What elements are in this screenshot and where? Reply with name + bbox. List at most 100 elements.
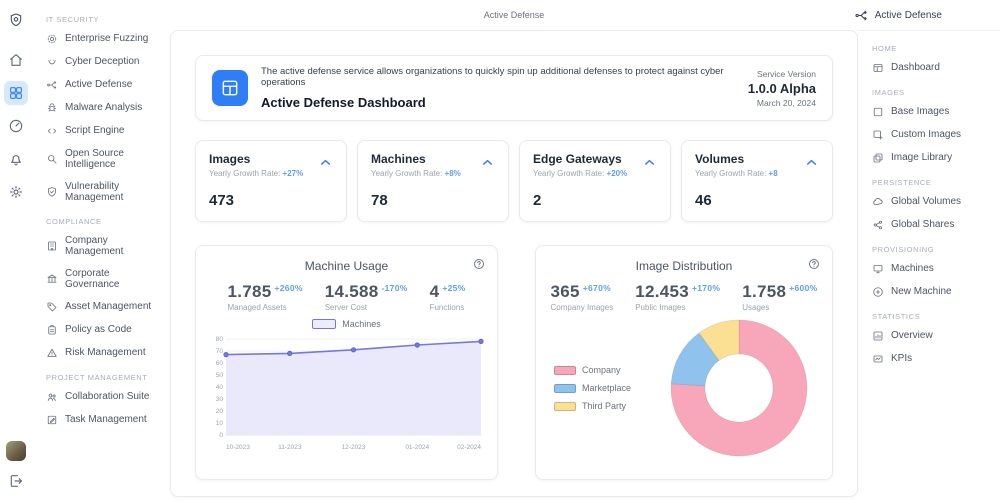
sidebar-item-label: Collaboration Suite <box>65 391 150 402</box>
section-title-project-management: PROJECT MANAGEMENT <box>46 373 170 382</box>
window-columns-icon <box>220 78 240 98</box>
square-icon <box>872 106 884 118</box>
sidebar-item-policy-as-code[interactable]: Policy as Code <box>32 318 170 341</box>
sidebar-item-risk-management[interactable]: Risk Management <box>32 341 170 364</box>
svg-text:50: 50 <box>216 372 224 379</box>
app-logo <box>4 8 28 32</box>
legend-label: Company <box>582 365 621 375</box>
sidebar-item-enterprise-fuzzing[interactable]: Enterprise Fuzzing <box>32 27 170 50</box>
image-distribution-donut-chart <box>665 314 813 462</box>
sidebar-item-asset-management[interactable]: Asset Management <box>32 295 170 318</box>
user-avatar[interactable] <box>6 441 26 461</box>
metric-label: Server Cost <box>325 303 408 312</box>
metric-delta: +600% <box>789 283 817 293</box>
right-sidebar: HOMEDashboardIMAGESBase ImagesCustom Ima… <box>858 30 1000 502</box>
window-icon <box>872 62 884 74</box>
sidebar-item-label: Global Volumes <box>891 196 961 207</box>
legend-label: Marketplace <box>582 383 631 393</box>
charts-row: Machine Usage 1.785+260%Managed Assets14… <box>195 245 833 480</box>
banner-description: The active defense service allows organi… <box>261 66 748 88</box>
icon-rail <box>0 0 32 502</box>
stat-growth-rate: Yearly Growth Rate: +8% <box>371 169 495 178</box>
machine-usage-legend: Machines <box>208 319 485 329</box>
nav-monitoring[interactable] <box>4 114 28 138</box>
service-version-block: Service Version 1.0.0 Alpha March 20, 20… <box>748 69 816 108</box>
help-icon[interactable] <box>808 257 820 269</box>
sidebar-item-corporate-governance[interactable]: Corporate Governance <box>32 262 170 295</box>
sidebar-item-task-management[interactable]: Task Management <box>32 408 170 431</box>
chevron-up-icon <box>480 155 495 170</box>
metric-label: Company Images <box>551 303 614 312</box>
question-circle-icon <box>473 258 485 270</box>
logout-button[interactable] <box>4 469 28 493</box>
sidebar-item-base-images[interactable]: Base Images <box>858 100 1000 123</box>
service-version-date: March 20, 2024 <box>748 98 816 108</box>
nav-apps[interactable] <box>4 81 28 105</box>
stat-growth-label: Yearly Growth Rate: <box>209 169 280 178</box>
metric-managed-assets: 1.785+260%Managed Assets <box>227 282 302 312</box>
legend-swatch <box>554 402 576 411</box>
flow-icon <box>46 79 58 91</box>
sidebar-item-new-machine[interactable]: New Machine <box>858 280 1000 303</box>
metric-delta: +25% <box>442 283 465 293</box>
sidebar-item-global-shares[interactable]: Global Shares <box>858 213 1000 236</box>
home-icon <box>8 52 24 68</box>
svg-text:30: 30 <box>216 396 224 403</box>
sidebar-item-label: Overview <box>891 330 933 341</box>
gear-icon <box>8 184 24 200</box>
sidebar-item-image-library[interactable]: Image Library <box>858 146 1000 169</box>
nav-home[interactable] <box>4 48 28 72</box>
legend-swatch <box>554 366 576 375</box>
sidebar-item-custom-images[interactable]: Custom Images <box>858 123 1000 146</box>
sidebar-item-dashboard[interactable]: Dashboard <box>858 56 1000 79</box>
svg-text:20: 20 <box>216 408 224 415</box>
pencil-square-icon <box>46 414 58 426</box>
sidebar-item-label: Open Source Intelligence <box>65 148 166 170</box>
sidebar-item-cyber-deception[interactable]: Cyber Deception <box>32 50 170 73</box>
banner-text: The active defense service allows organi… <box>261 66 748 110</box>
square-plus-icon <box>872 129 884 141</box>
logout-icon <box>8 473 24 489</box>
image-distribution-title: Image Distribution <box>548 259 820 273</box>
sidebar-item-machines[interactable]: Machines <box>858 257 1000 280</box>
grid-icon <box>8 85 24 101</box>
banner: The active defense service allows organi… <box>195 55 833 121</box>
section-title-statistics: STATISTICS <box>872 312 1000 321</box>
collapse-button[interactable] <box>318 155 333 170</box>
nav-notifications[interactable] <box>4 147 28 171</box>
metric-label: Managed Assets <box>227 303 302 312</box>
service-version-label: Service Version <box>748 69 816 79</box>
sidebar-item-script-engine[interactable]: Script Engine <box>32 119 170 142</box>
sidebar-item-label: Cyber Deception <box>65 56 139 67</box>
metric-functions: 4+25%Functions <box>430 282 466 312</box>
collapse-button[interactable] <box>642 155 657 170</box>
nav-settings[interactable] <box>4 180 28 204</box>
machine-usage-stats: 1.785+260%Managed Assets14.588-170%Serve… <box>208 282 485 312</box>
chevron-up-icon <box>804 155 819 170</box>
machine-usage-card: Machine Usage 1.785+260%Managed Assets14… <box>195 245 498 480</box>
sidebar-item-label: Custom Images <box>891 129 961 140</box>
collapse-button[interactable] <box>804 155 819 170</box>
collapse-button[interactable] <box>480 155 495 170</box>
legend-item-company: Company <box>554 365 658 375</box>
section-title-home: HOME <box>872 44 1000 53</box>
stat-growth-delta: +20% <box>607 169 628 178</box>
svg-text:10-2023: 10-2023 <box>226 444 250 451</box>
sidebar-item-company-management[interactable]: Company Management <box>32 229 170 262</box>
help-icon[interactable] <box>473 257 485 269</box>
sidebar-item-vulnerability-management[interactable]: Vulnerability Management <box>32 175 170 208</box>
metric-delta: +670% <box>583 283 611 293</box>
active-defense-button[interactable]: Active Defense <box>854 8 942 23</box>
mask-icon <box>46 56 58 68</box>
sidebar-item-global-volumes[interactable]: Global Volumes <box>858 190 1000 213</box>
question-circle-icon <box>808 258 820 270</box>
sidebar-item-label: Risk Management <box>65 347 146 358</box>
sidebar-item-label: Active Defense <box>65 79 132 90</box>
sidebar-item-kpis[interactable]: KPIs <box>858 347 1000 370</box>
sidebar-item-overview[interactable]: Overview <box>858 324 1000 347</box>
sidebar-item-malware-analysis[interactable]: Malware Analysis <box>32 96 170 119</box>
sidebar-item-collaboration-suite[interactable]: Collaboration Suite <box>32 385 170 408</box>
sidebar-item-open-source-intelligence[interactable]: Open Source Intelligence <box>32 142 170 175</box>
sidebar-item-active-defense[interactable]: Active Defense <box>32 73 170 96</box>
gauge-icon <box>8 118 24 134</box>
